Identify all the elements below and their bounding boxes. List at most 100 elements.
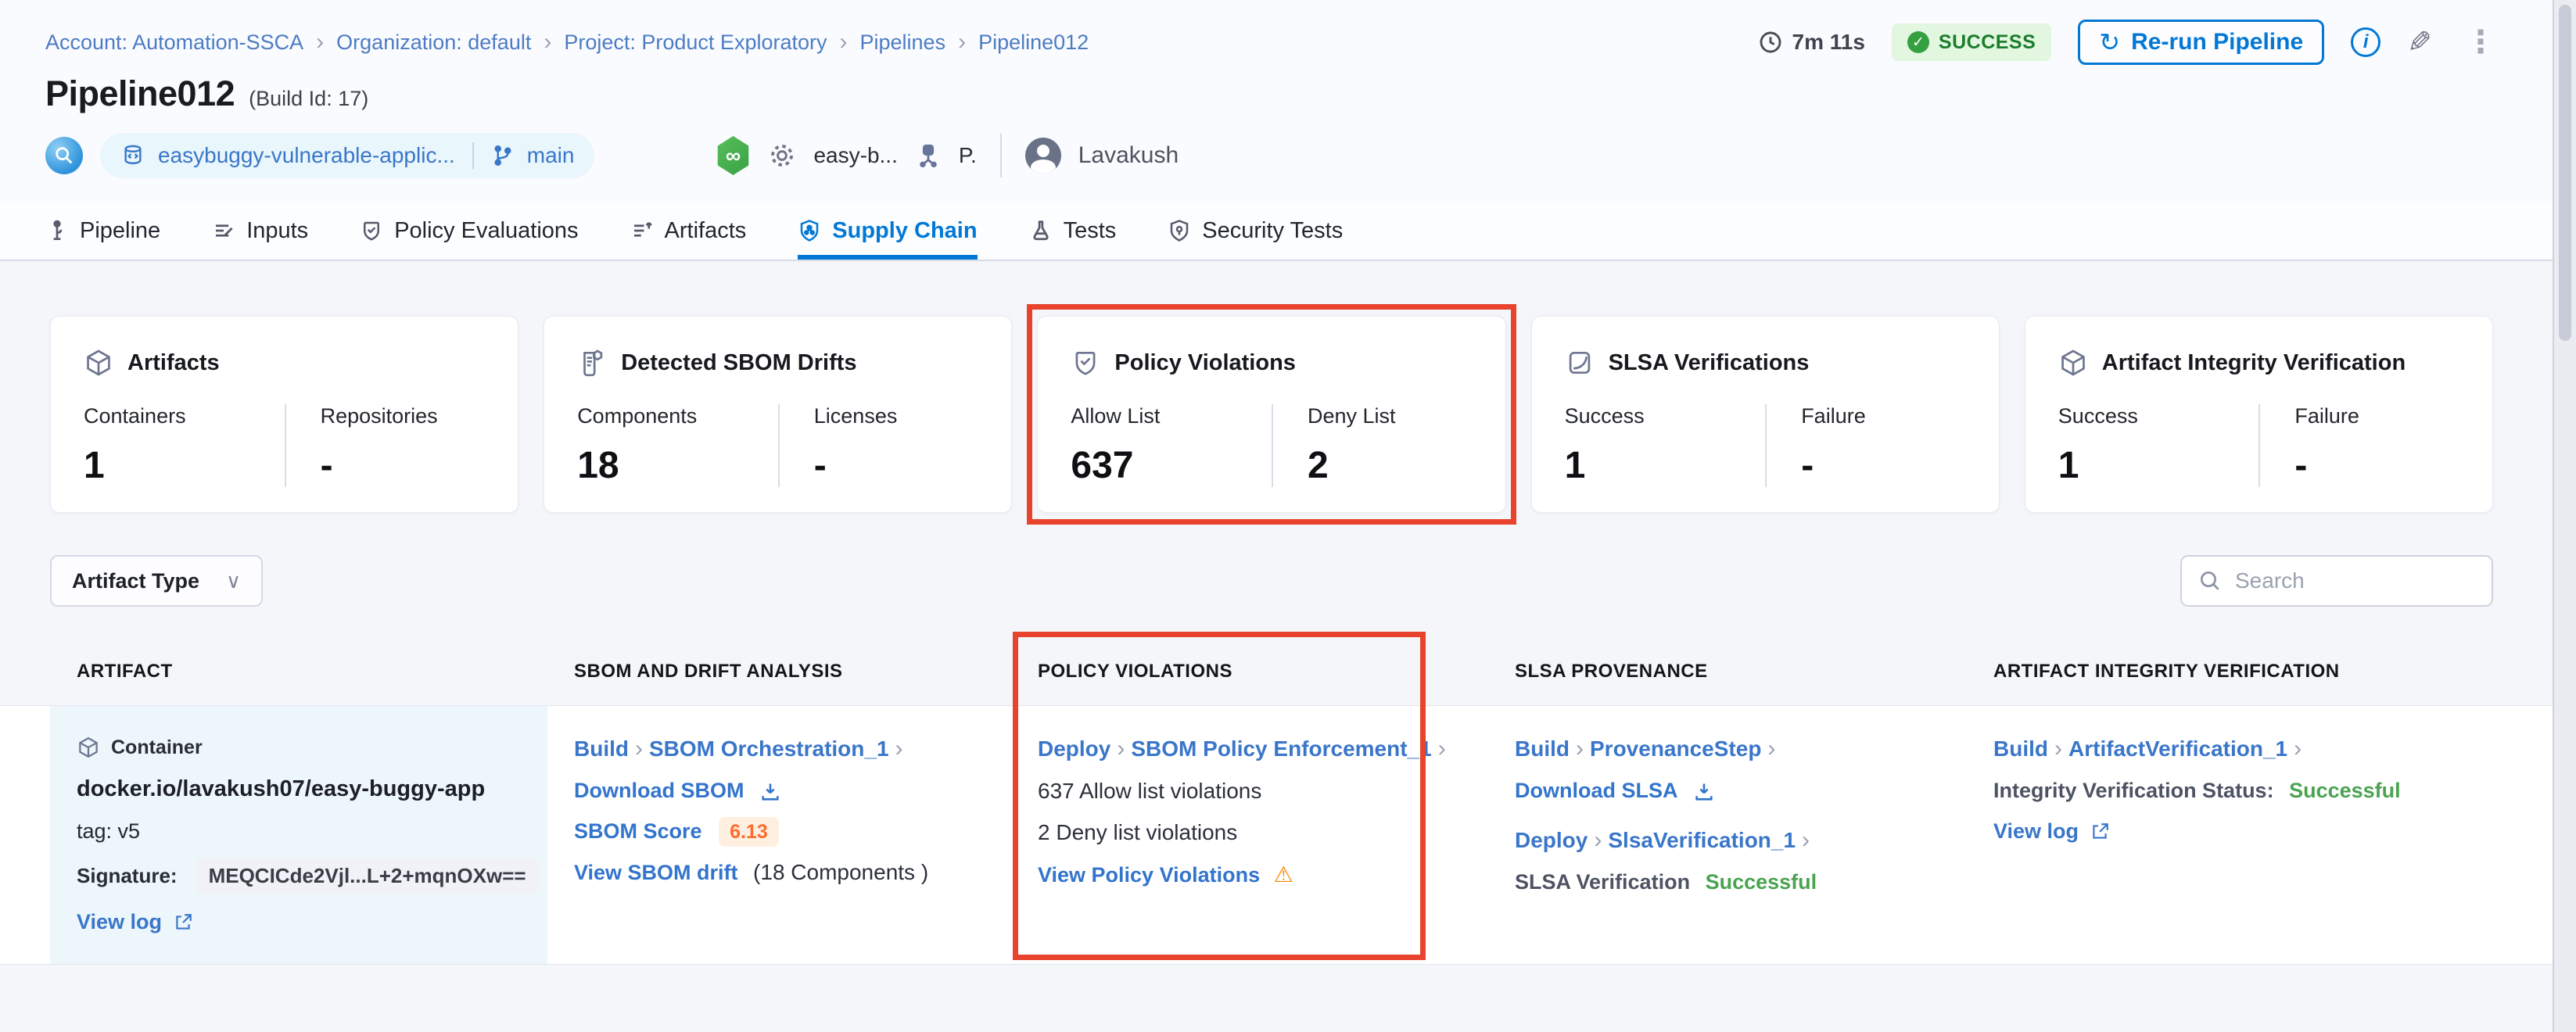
stat-value: 18 xyxy=(577,444,778,487)
integrity-status: Successful xyxy=(2289,779,2401,802)
artifact-cell: Container docker.io/lavakush07/easy-bugg… xyxy=(50,706,547,964)
integrity-status-label: Integrity Verification Status: xyxy=(1993,779,2274,802)
trigger-short-label: P. xyxy=(959,143,977,168)
policy-violations-cell: Deploy›SBOM Policy Enforcement_1› 637 Al… xyxy=(1011,706,1488,964)
card-title: Detected SBOM Drifts xyxy=(621,350,856,376)
info-icon[interactable]: i xyxy=(2351,27,2380,57)
tab-artifacts[interactable]: Artifacts xyxy=(630,202,747,260)
step-link[interactable]: SBOM Policy Enforcement_1 xyxy=(1131,736,1431,761)
view-log-link[interactable]: View log xyxy=(77,910,162,934)
slsa-verification-status: Successful xyxy=(1706,870,1817,894)
scrollbar-thumb[interactable] xyxy=(2559,5,2571,341)
stat-label: Allow List xyxy=(1071,404,1272,428)
security-shield-icon xyxy=(1168,219,1191,242)
stat-value: 2 xyxy=(1308,444,1473,487)
step-link[interactable]: ProvenanceStep xyxy=(1590,736,1761,761)
sbom-document-icon xyxy=(577,348,607,378)
breadcrumb-project[interactable]: Project: Product Exploratory xyxy=(564,30,827,55)
tab-supply-chain[interactable]: Supply Chain xyxy=(798,202,977,260)
signature-value[interactable]: MEQCICde2Vjl...L+2+mqnOXw== xyxy=(196,858,539,894)
search-input[interactable] xyxy=(2235,568,2470,593)
card-title: Artifact Integrity Verification xyxy=(2102,350,2406,376)
ci-module-icon xyxy=(45,137,83,174)
stage-link[interactable]: Deploy xyxy=(1515,828,1588,852)
step-link[interactable]: ArtifactVerification_1 xyxy=(2068,736,2287,761)
stat-label: Licenses xyxy=(814,404,979,428)
stat-value: 1 xyxy=(84,444,285,487)
breadcrumb-account[interactable]: Account: Automation-SSCA xyxy=(45,30,303,55)
stat-label: Repositories xyxy=(321,404,486,428)
triggered-by-user: Lavakush xyxy=(1078,142,1179,169)
sbom-score-badge: 6.13 xyxy=(719,817,779,847)
stat-label: Failure xyxy=(1801,404,1966,428)
summary-cards: Artifacts Containers1 Repositories- xyxy=(50,316,2493,513)
trigger-source-icon xyxy=(915,142,942,169)
stat-label: Containers xyxy=(84,404,285,428)
status-badge: ✓ SUCCESS xyxy=(1892,23,2051,61)
build-id-label: (Build Id: 17) xyxy=(249,87,368,111)
branch-name: main xyxy=(527,143,575,168)
drift-components-count: (18 Components ) xyxy=(753,860,928,884)
breadcrumb-separator: › xyxy=(958,29,966,56)
search-icon xyxy=(2197,568,2223,593)
card-title: Policy Violations xyxy=(1114,350,1296,376)
stat-value: 1 xyxy=(1565,444,1766,487)
stage-link[interactable]: Deploy xyxy=(1038,736,1110,761)
stage-link[interactable]: Build xyxy=(1993,736,2048,761)
sbom-score-link[interactable]: SBOM Score xyxy=(574,819,702,843)
step-link[interactable]: SlsaVerification_1 xyxy=(1608,828,1796,852)
edit-pencil-icon[interactable]: ✎ xyxy=(2407,25,2432,60)
download-slsa-link[interactable]: Download SLSA xyxy=(1515,779,1678,802)
table-header-row: ARTIFACT SBOM AND DRIFT ANALYSIS POLICY … xyxy=(50,638,2493,705)
page-title: Pipeline012 xyxy=(45,73,235,114)
repository-chip[interactable]: easybuggy-vulnerable-applic... main xyxy=(100,133,594,178)
repository-name: easybuggy-vulnerable-applic... xyxy=(158,143,455,168)
tab-security-tests[interactable]: Security Tests xyxy=(1168,202,1343,260)
tab-pipeline[interactable]: Pipeline xyxy=(45,202,160,260)
view-policy-violations-link[interactable]: View Policy Violations xyxy=(1038,863,1260,887)
vertical-scrollbar[interactable] xyxy=(2553,0,2576,1032)
meta-divider xyxy=(1000,134,1002,177)
breadcrumb-pipelines[interactable]: Pipelines xyxy=(860,30,946,55)
breadcrumb-organization[interactable]: Organization: default xyxy=(336,30,531,55)
download-sbom-link[interactable]: Download SBOM xyxy=(574,779,744,802)
stage-link[interactable]: Build xyxy=(574,736,629,761)
slsa-verification-label: SLSA Verification xyxy=(1515,870,1690,894)
stat-value: 637 xyxy=(1071,444,1272,487)
success-check-icon: ✓ xyxy=(1907,31,1929,53)
artifacts-list-icon xyxy=(630,219,654,242)
stat-label: Deny List xyxy=(1308,404,1473,428)
tab-tests[interactable]: Tests xyxy=(1029,202,1117,260)
tab-inputs[interactable]: Inputs xyxy=(212,202,308,260)
stage-link[interactable]: Build xyxy=(1515,736,1570,761)
column-header-sbom: SBOM AND DRIFT ANALYSIS xyxy=(547,661,1011,683)
breadcrumb-separator: › xyxy=(840,29,848,56)
avatar xyxy=(1025,138,1061,174)
artifact-type-dropdown[interactable]: Artifact Type ∨ xyxy=(50,555,263,607)
stat-value: - xyxy=(321,444,486,487)
repository-icon xyxy=(120,143,145,168)
step-link[interactable]: SBOM Orchestration_1 xyxy=(649,736,889,761)
rerun-icon: ↻ xyxy=(2099,27,2120,57)
warning-icon: ⚠ xyxy=(1274,862,1293,887)
card-artifact-integrity: Artifact Integrity Verification Success1… xyxy=(2025,316,2493,513)
more-options-icon[interactable]: ⋮ xyxy=(2459,24,2502,60)
rerun-pipeline-button[interactable]: ↻ Re-run Pipeline xyxy=(2078,20,2324,65)
tab-policy-evaluations[interactable]: Policy Evaluations xyxy=(360,202,578,260)
supply-chain-content: Artifacts Containers1 Repositories- xyxy=(0,261,2553,965)
column-header-integrity: ARTIFACT INTEGRITY VERIFICATION xyxy=(1967,661,2493,683)
sbom-cell: Build›SBOM Orchestration_1› Download SBO… xyxy=(547,706,1011,964)
page-header: Account: Automation-SSCA › Organization:… xyxy=(0,0,2553,202)
download-icon xyxy=(1693,781,1715,803)
external-link-icon xyxy=(173,912,193,933)
container-cube-icon xyxy=(77,736,100,759)
view-log-link[interactable]: View log xyxy=(1993,819,2079,844)
breadcrumb-pipeline012[interactable]: Pipeline012 xyxy=(978,30,1089,55)
cube-icon xyxy=(2058,348,2088,378)
download-icon xyxy=(759,781,781,803)
view-sbom-drift-link[interactable]: View SBOM drift xyxy=(574,861,738,884)
artifact-type-label: Container xyxy=(111,736,203,759)
trigger-pipeline-name: easy-b... xyxy=(813,143,897,168)
flask-icon xyxy=(1029,219,1053,242)
search-box[interactable] xyxy=(2180,555,2493,607)
